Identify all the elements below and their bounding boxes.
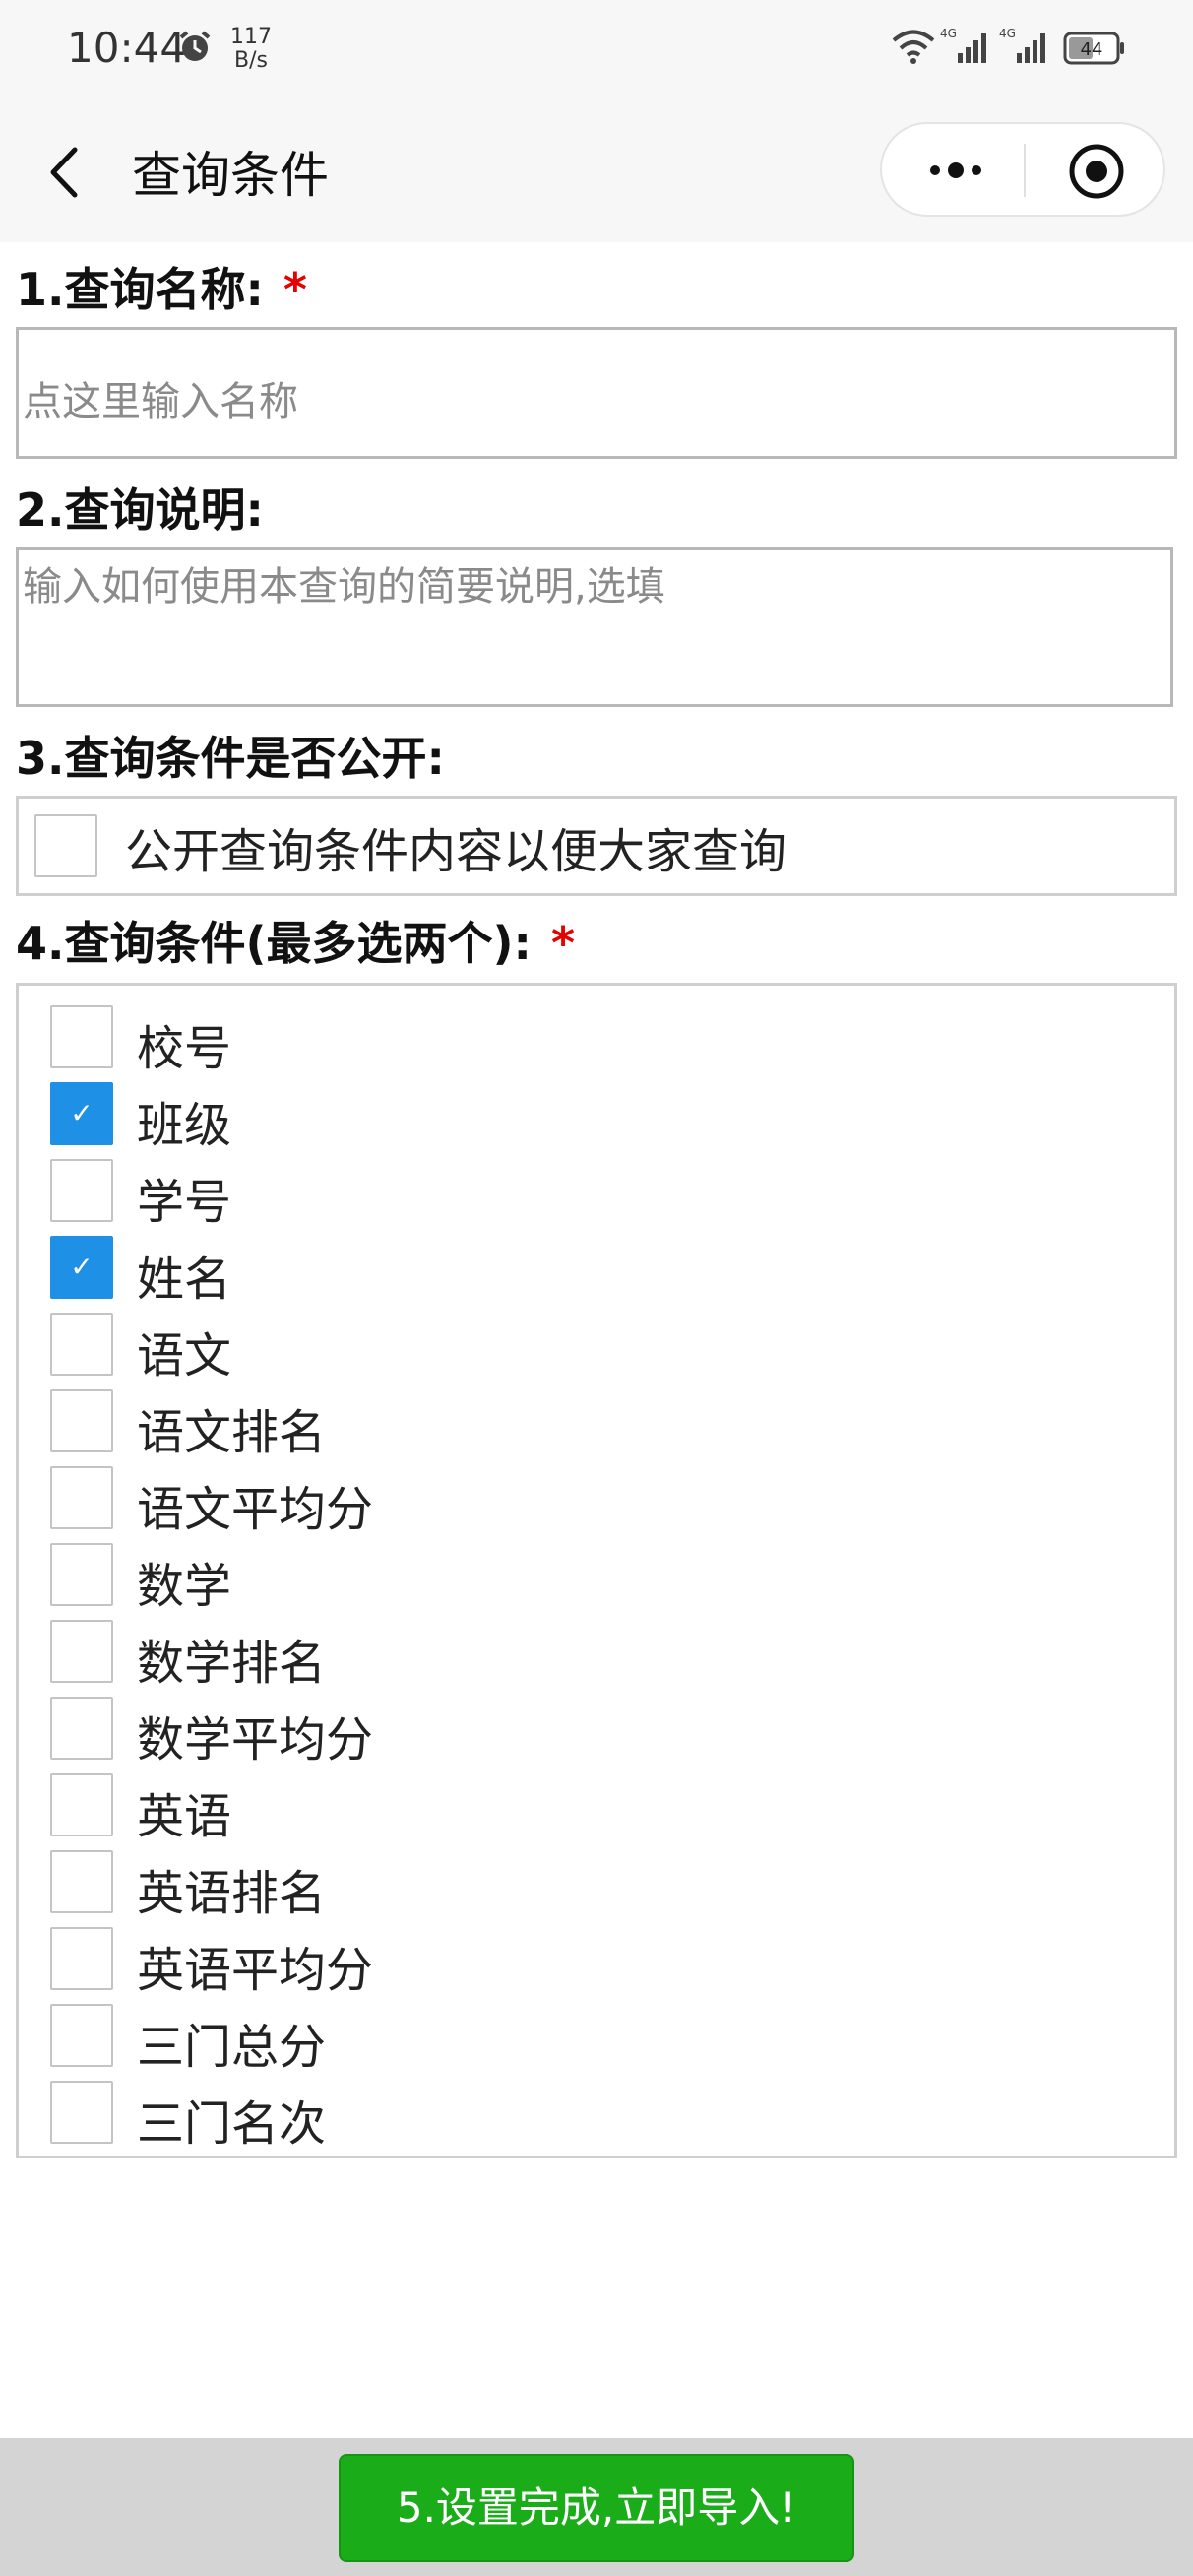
public-checkbox-label: 公开查询条件内容以便大家查询	[125, 824, 787, 879]
battery-icon: 44	[1063, 32, 1124, 65]
option-item[interactable]: 语文	[50, 1313, 1133, 1384]
name-placeholder: 点这里输入名称	[23, 379, 298, 424]
capsule-divider	[1024, 144, 1026, 197]
network-speed: 117 B/s	[230, 25, 272, 73]
name-label: 1.查询名称: *	[16, 263, 307, 316]
alarm-icon	[179, 31, 211, 61]
option-label: 数学平均分	[137, 1712, 374, 1768]
option-label: 数学	[137, 1559, 232, 1614]
conditions-list: 校号 班级 学号 姓名 语文 语文排名 语文平均分 数学 数学排名 数学平均分 …	[16, 983, 1177, 2158]
option-checkbox[interactable]	[50, 1082, 113, 1145]
option-label: 数学排名	[137, 1636, 327, 1691]
option-checkbox[interactable]	[50, 1389, 113, 1452]
option-item[interactable]: 三门名次	[50, 2081, 1133, 2152]
option-label: 英语排名	[137, 1866, 327, 1921]
description-placeholder: 输入如何使用本查询的简要说明,选填	[23, 564, 665, 610]
option-label: 英语平均分	[137, 1943, 374, 1998]
option-checkbox[interactable]	[50, 2004, 113, 2067]
option-item[interactable]: 校号	[50, 1005, 1133, 1076]
option-item[interactable]: 数学	[50, 1543, 1133, 1614]
option-item[interactable]: 语文平均分	[50, 1466, 1133, 1537]
page-title: 查询条件	[132, 147, 329, 204]
status-bar: 10:44 117 B/s 4G 4G 44	[0, 0, 1193, 98]
more-icon[interactable]	[921, 146, 990, 195]
option-label: 班级	[137, 1098, 232, 1153]
wifi-icon	[892, 30, 935, 64]
option-checkbox[interactable]	[50, 1620, 113, 1683]
option-item[interactable]: 姓名	[50, 1236, 1133, 1307]
option-checkbox[interactable]	[50, 1697, 113, 1760]
option-item[interactable]: 班级	[50, 1082, 1133, 1153]
submit-import-button[interactable]: 5.设置完成,立即导入!	[339, 2454, 854, 2562]
option-checkbox[interactable]	[50, 1159, 113, 1222]
option-label: 三门总分	[137, 2020, 327, 2075]
option-checkbox[interactable]	[50, 1850, 113, 1913]
signal-icon-2: 4G	[999, 27, 1045, 63]
mini-program-capsule	[880, 122, 1165, 217]
option-label: 校号	[137, 1021, 232, 1076]
option-checkbox[interactable]	[50, 1773, 113, 1836]
svg-text:4G: 4G	[999, 27, 1016, 40]
description-textarea[interactable]: 输入如何使用本查询的简要说明,选填	[16, 547, 1173, 707]
nav-bar: 查询条件	[0, 98, 1193, 242]
option-label: 姓名	[137, 1252, 232, 1307]
close-target-icon[interactable]	[1067, 142, 1126, 201]
option-label: 语文排名	[137, 1405, 327, 1460]
option-item[interactable]: 三门总分	[50, 2004, 1133, 2075]
option-checkbox[interactable]	[50, 1543, 113, 1606]
option-item[interactable]: 英语平均分	[50, 1927, 1133, 1998]
footer-bar: 5.设置完成,立即导入!	[0, 2438, 1193, 2576]
option-item[interactable]: 英语	[50, 1773, 1133, 1844]
option-checkbox[interactable]	[50, 1313, 113, 1376]
svg-text:44: 44	[1081, 39, 1103, 60]
conditions-label: 4.查询条件(最多选两个): *	[16, 917, 575, 970]
option-label: 学号	[137, 1175, 232, 1230]
public-checkbox[interactable]	[34, 814, 97, 877]
option-checkbox[interactable]	[50, 1466, 113, 1529]
description-label: 2.查询说明:	[16, 483, 264, 537]
option-item[interactable]: 学号	[50, 1159, 1133, 1230]
option-item[interactable]: 英语排名	[50, 1850, 1133, 1921]
status-time: 10:44	[67, 24, 187, 72]
option-label: 英语	[137, 1789, 232, 1844]
option-label: 语文平均分	[137, 1482, 374, 1537]
option-label: 语文	[137, 1328, 232, 1384]
option-item[interactable]: 语文排名	[50, 1389, 1133, 1460]
svg-text:4G: 4G	[940, 27, 957, 40]
option-checkbox[interactable]	[50, 2081, 113, 2144]
option-label: 三门名次	[137, 2096, 327, 2152]
option-checkbox[interactable]	[50, 1005, 113, 1068]
public-label: 3.查询条件是否公开:	[16, 732, 445, 785]
name-input[interactable]: 点这里输入名称	[16, 327, 1177, 459]
public-checkbox-row[interactable]: 公开查询条件内容以便大家查询	[16, 796, 1177, 896]
option-checkbox[interactable]	[50, 1927, 113, 1990]
option-checkbox[interactable]	[50, 1236, 113, 1299]
signal-icon: 4G	[940, 27, 986, 63]
required-star-2: *	[550, 917, 575, 970]
option-item[interactable]: 数学排名	[50, 1620, 1133, 1691]
back-arrow-icon[interactable]	[39, 138, 89, 207]
required-star: *	[283, 263, 307, 316]
option-item[interactable]: 数学平均分	[50, 1697, 1133, 1768]
